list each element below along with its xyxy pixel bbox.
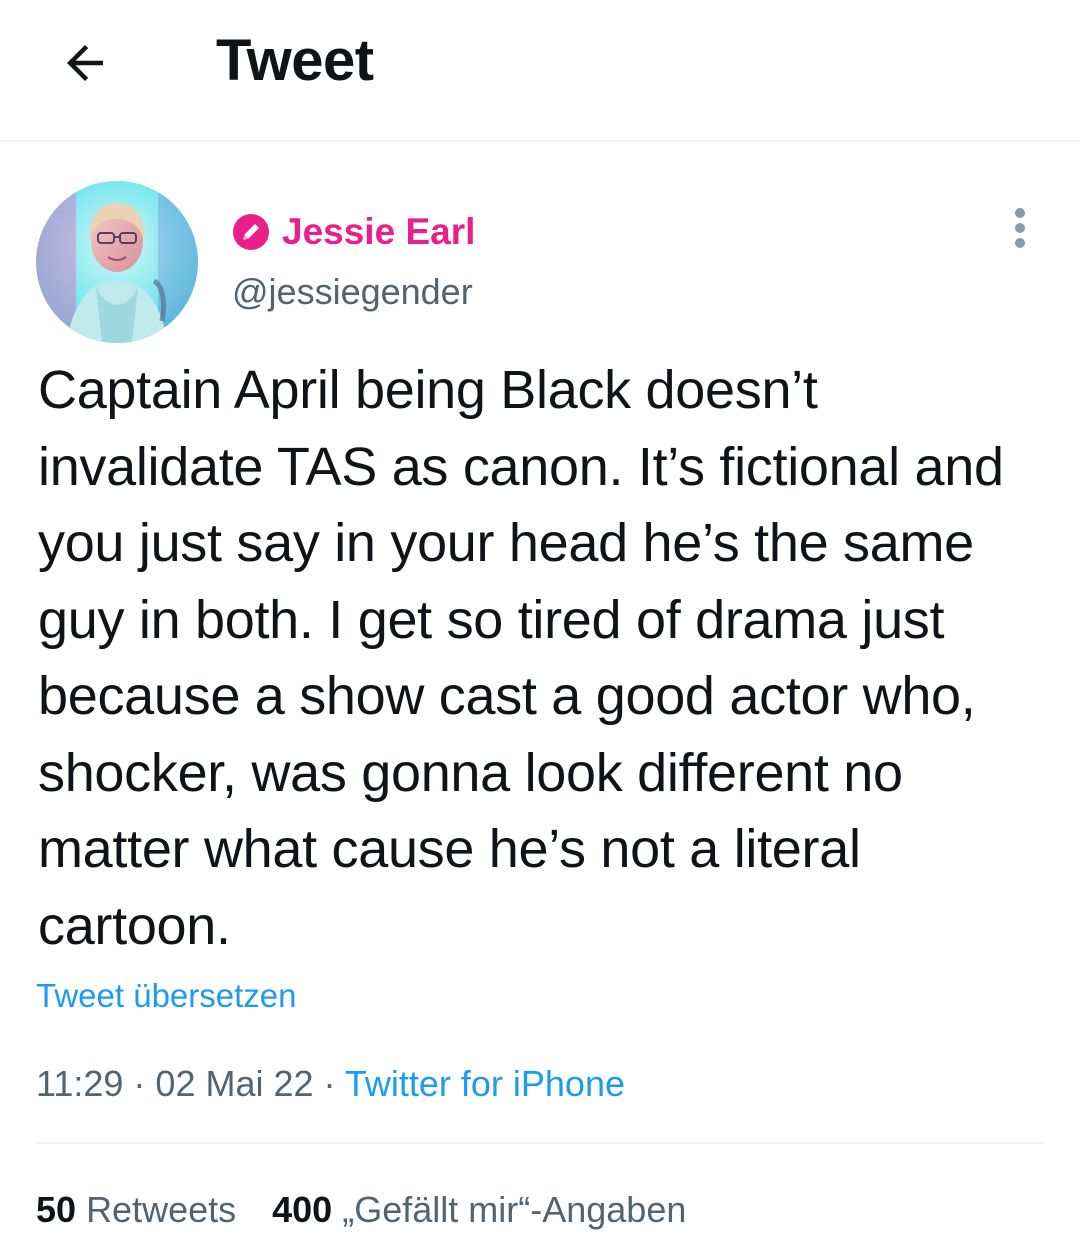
author-name: Jessie Earl — [282, 211, 476, 252]
top-bar: Tweet — [0, 0, 1080, 142]
author-handle[interactable]: @jessiegender — [232, 268, 473, 316]
arrow-left-icon — [67, 45, 103, 81]
meta-separator: · — [123, 1063, 156, 1104]
author-name-link[interactable]: Jessie Earl — [232, 208, 475, 256]
retweets-stat[interactable]: 50 Retweets — [36, 1184, 236, 1236]
likes-stat[interactable]: 400 „Gefällt mir“-Angaben — [272, 1184, 686, 1236]
back-button[interactable] — [52, 30, 118, 96]
engagement-stats: 50 Retweets 400 „Gefällt mir“-Angaben — [36, 1184, 722, 1236]
retweets-count: 50 — [36, 1189, 77, 1230]
likes-count: 400 — [272, 1189, 333, 1230]
more-vertical-icon — [1015, 208, 1025, 248]
tweet-source-link[interactable]: Twitter for iPhone — [345, 1063, 625, 1104]
likes-label: „Gefällt mir“-Angaben — [342, 1189, 687, 1230]
tweet-date[interactable]: 02 Mai 22 — [155, 1063, 313, 1104]
tweet-time[interactable]: 11:29 — [36, 1063, 123, 1104]
divider — [36, 1142, 1044, 1144]
avatar[interactable] — [36, 181, 198, 343]
pencil-badge-icon — [232, 213, 270, 251]
more-options-button[interactable] — [996, 204, 1044, 252]
retweets-label: Retweets — [86, 1189, 237, 1230]
meta-separator: · — [313, 1063, 345, 1104]
tweet-text: Captain April being Black doesn’t invali… — [38, 360, 1004, 956]
page-title: Tweet — [216, 28, 374, 93]
tweet-metadata: 11:29 · 02 Mai 22 · Twitter for iPhone — [36, 1058, 625, 1110]
translate-tweet-link[interactable]: Tweet übersetzen — [36, 972, 297, 1020]
